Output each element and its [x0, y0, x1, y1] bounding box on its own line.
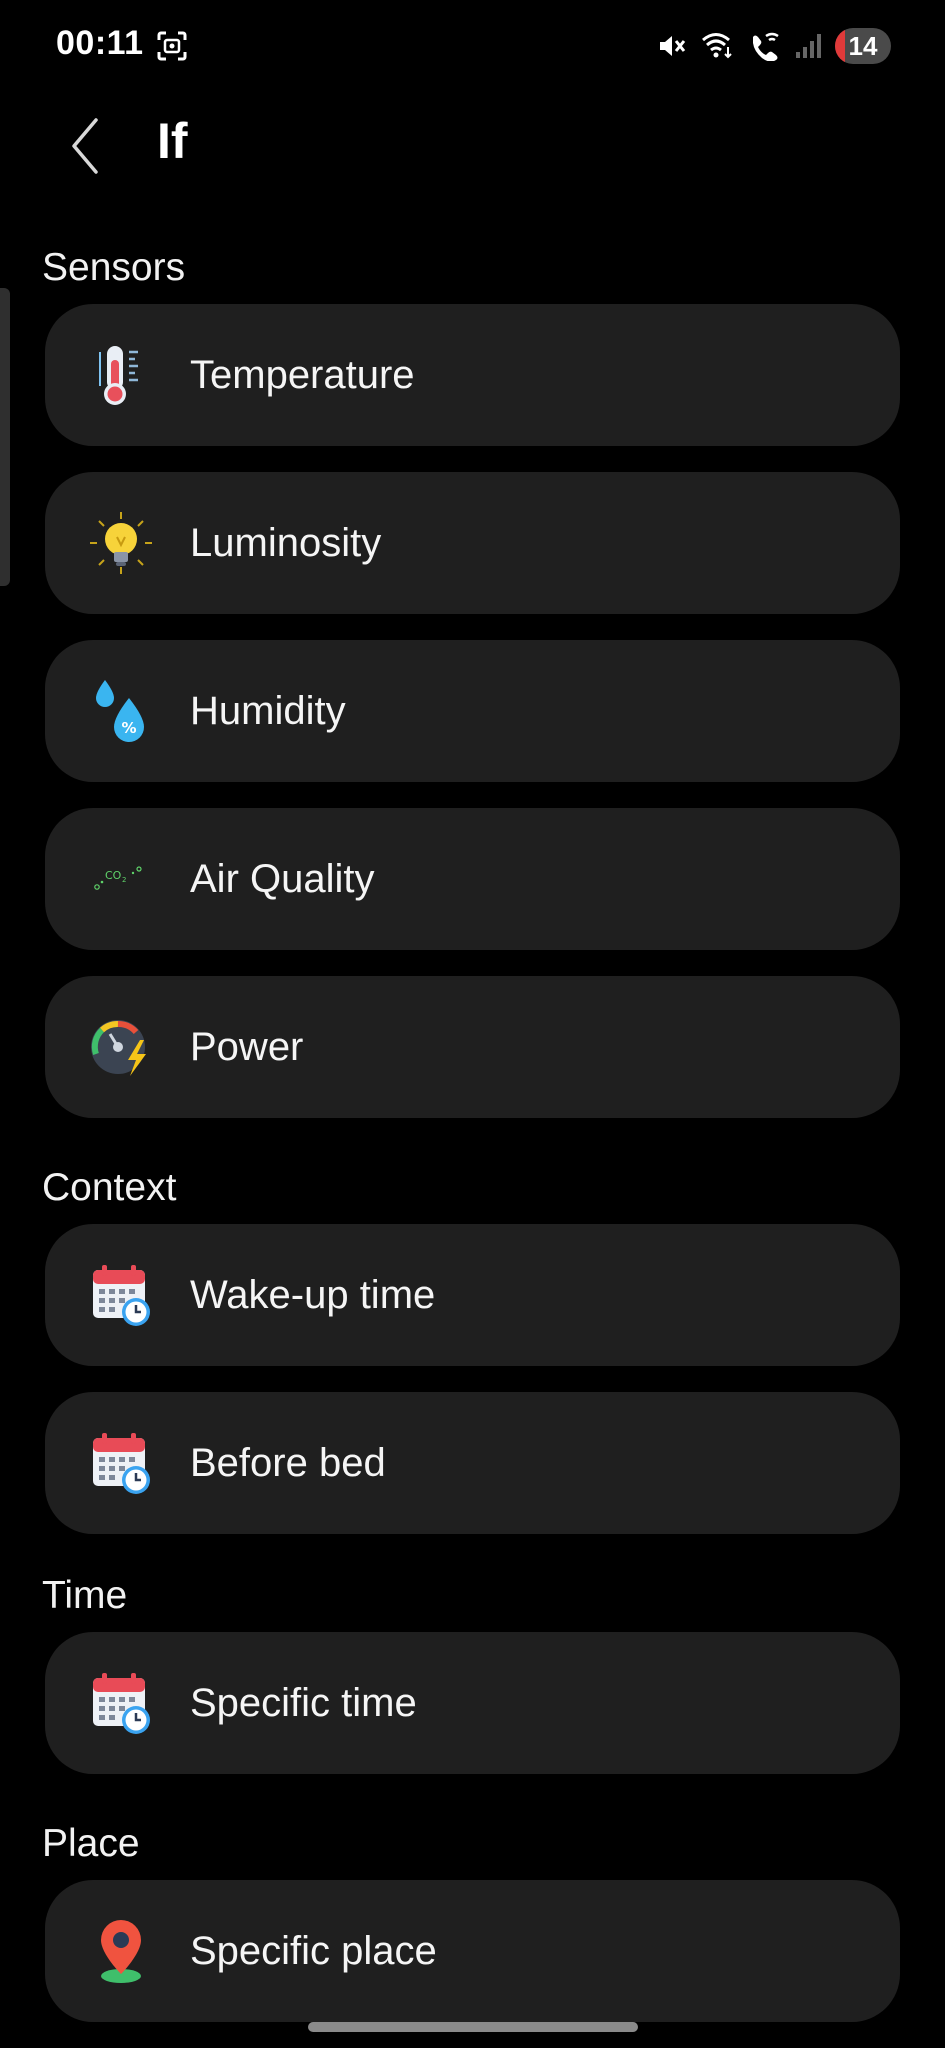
calendar-clock-icon — [81, 1663, 161, 1743]
calendar-clock-icon — [81, 1255, 161, 1335]
list-item-label: Humidity — [190, 688, 346, 733]
list-item-humidity[interactable]: % Humidity — [45, 640, 900, 782]
wifi-calling-icon — [701, 31, 735, 61]
section-header-sensors: Sensors — [42, 246, 186, 289]
list-item-temperature[interactable]: Temperature — [45, 304, 900, 446]
wifi-call-icon — [749, 31, 781, 61]
list-item-label: Power — [190, 1024, 304, 1069]
list-item-specific-time[interactable]: Specific time — [45, 1632, 900, 1774]
calendar-clock-icon — [81, 1423, 161, 1503]
svg-text:%: % — [121, 719, 136, 737]
list-item-label: Luminosity — [190, 520, 382, 565]
list-item-label: Temperature — [190, 352, 415, 397]
battery-level: 14 — [848, 30, 878, 61]
co2-icon: CO 2 — [81, 839, 161, 919]
section-header-time: Time — [42, 1574, 128, 1617]
screen-capture-icon — [156, 30, 188, 67]
list-item-specific-place[interactable]: Specific place — [45, 1880, 900, 2022]
battery-indicator: 14 — [835, 28, 891, 64]
back-button[interactable] — [58, 108, 112, 184]
mute-icon — [657, 31, 687, 61]
power-gauge-icon — [81, 1007, 161, 1087]
list-item-label: Air Quality — [190, 856, 375, 901]
page-title: If — [157, 113, 188, 169]
list-item-power[interactable]: Power — [45, 976, 900, 1118]
section-header-context: Context — [42, 1166, 177, 1209]
status-icons: 14 — [657, 24, 891, 68]
signal-icon — [795, 32, 821, 60]
list-item-label: Before bed — [190, 1440, 386, 1485]
list-item-luminosity[interactable]: Luminosity — [45, 472, 900, 614]
water-drops-icon: % — [81, 671, 161, 751]
svg-text:CO: CO — [105, 869, 122, 882]
condition-list: Sensors Temperature Luminosity % Humidit… — [0, 232, 945, 2048]
chevron-left-icon — [72, 118, 98, 174]
thermometer-icon — [81, 335, 161, 415]
battery-low-fill — [835, 28, 845, 64]
home-gesture-bar[interactable] — [308, 2022, 638, 2032]
list-item-air-quality[interactable]: CO 2 Air Quality — [45, 808, 900, 950]
location-pin-icon — [81, 1911, 161, 1991]
light-bulb-icon — [81, 503, 161, 583]
list-item-label: Wake-up time — [190, 1272, 436, 1317]
list-item-before-bed[interactable]: Before bed — [45, 1392, 900, 1534]
status-bar: 00:11 14 — [0, 0, 945, 92]
section-header-place: Place — [42, 1822, 140, 1865]
svg-text:2: 2 — [122, 876, 126, 884]
list-item-label: Specific place — [190, 1928, 437, 1973]
app-header: If — [0, 100, 945, 190]
list-item-label: Specific time — [190, 1680, 417, 1725]
list-item-wake-up-time[interactable]: Wake-up time — [45, 1224, 900, 1366]
status-time: 00:11 — [56, 24, 144, 62]
